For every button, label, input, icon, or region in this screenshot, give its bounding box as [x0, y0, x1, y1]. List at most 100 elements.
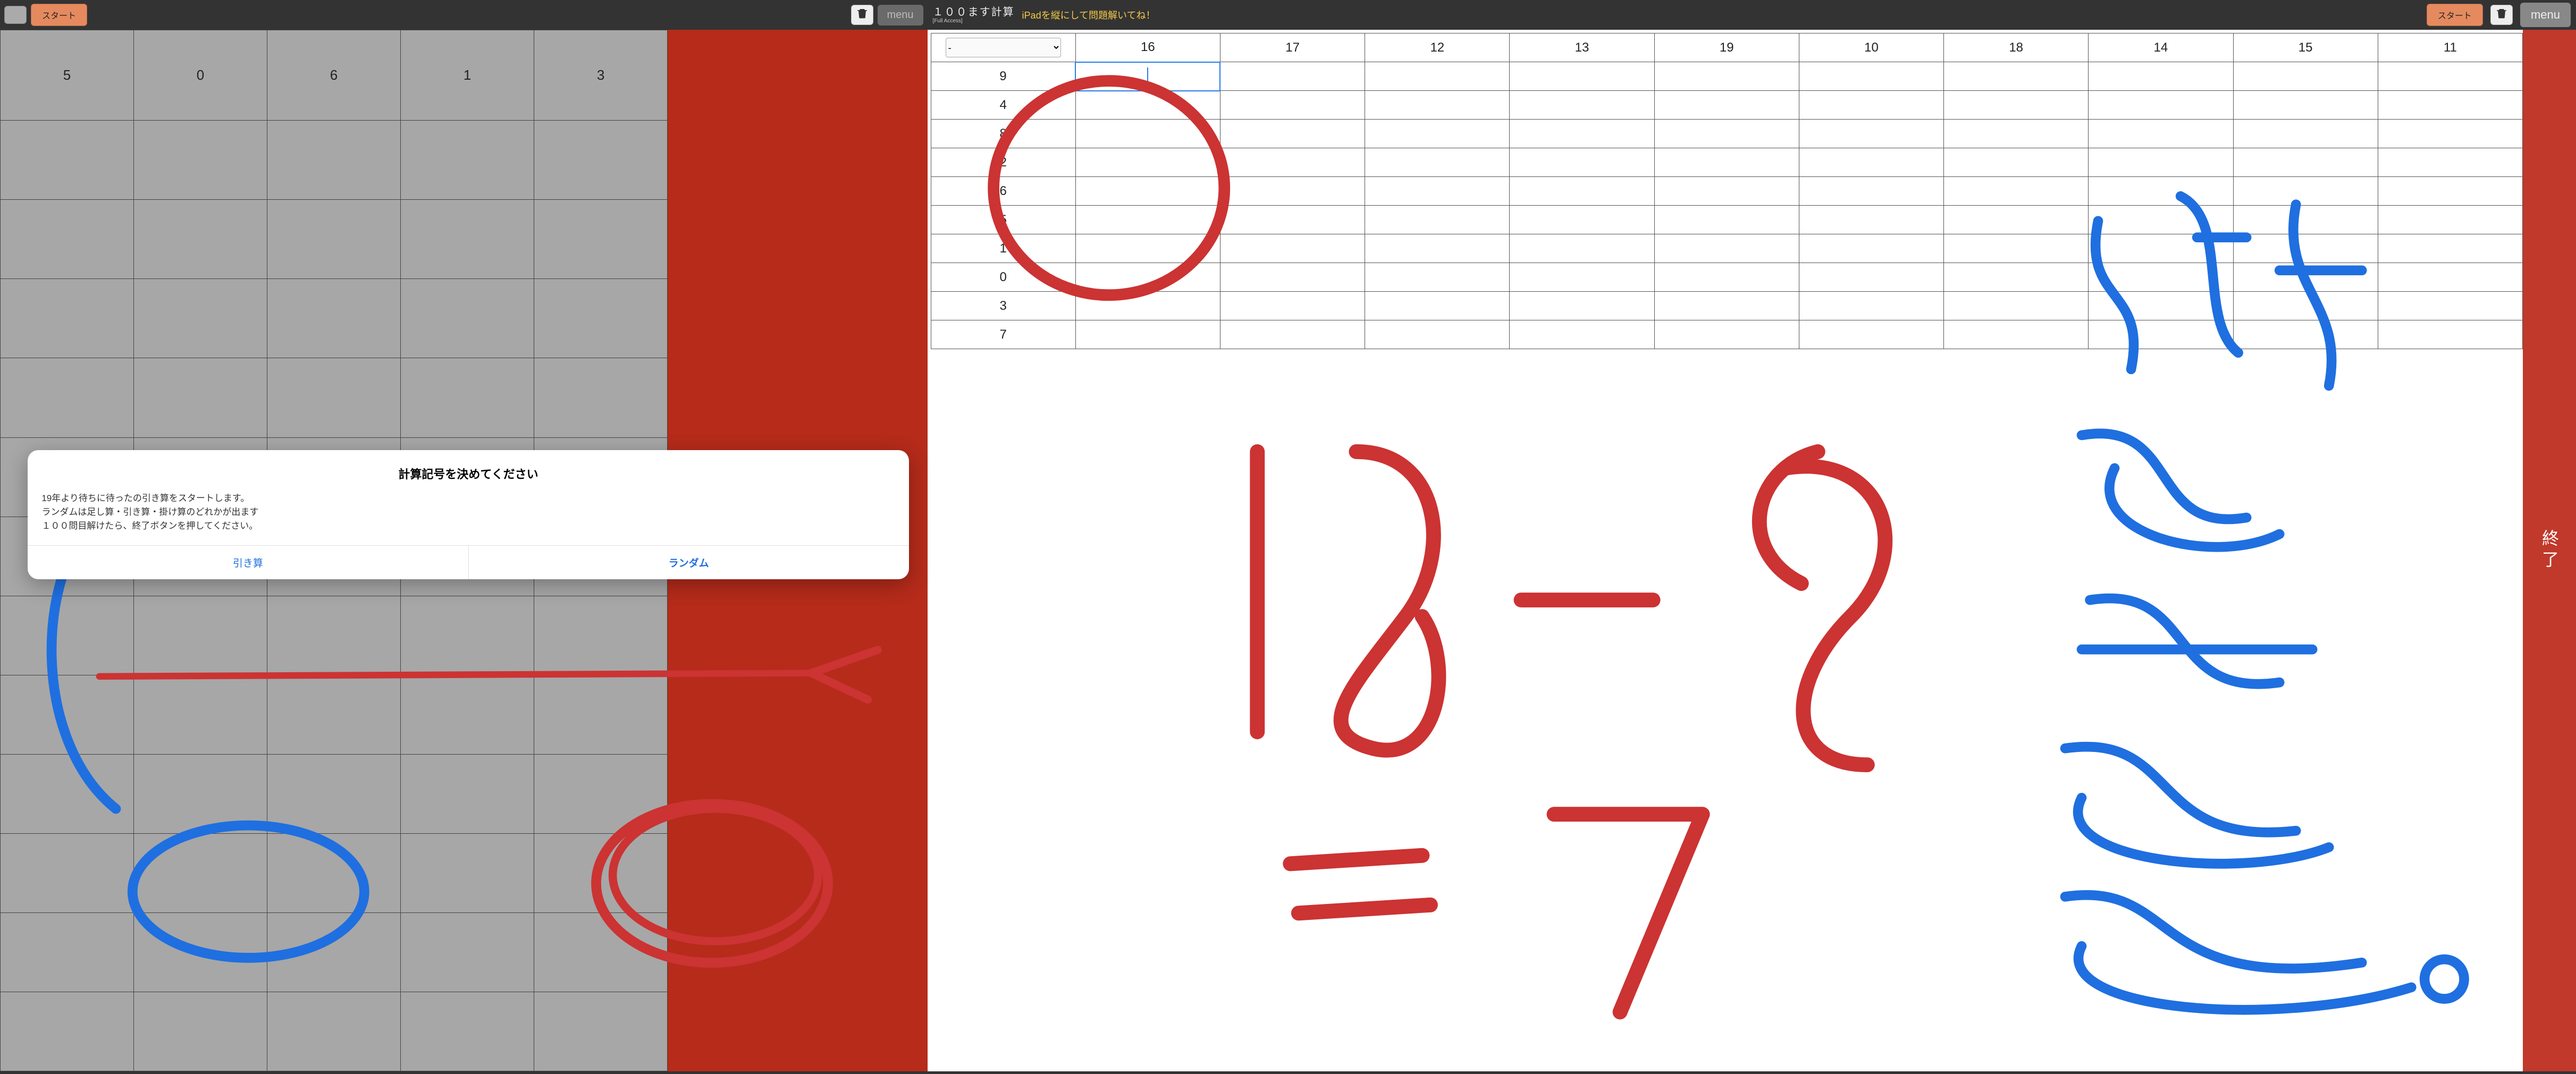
answer-cell[interactable] [1654, 206, 1799, 234]
answer-cell[interactable] [2089, 177, 2233, 206]
answer-cell[interactable] [1510, 148, 1654, 177]
answer-cell[interactable] [2378, 177, 2522, 206]
answer-cell-active[interactable] [1075, 62, 1220, 91]
answer-cell[interactable] [1654, 62, 1799, 91]
answer-cell[interactable] [1510, 177, 1654, 206]
answer-cell[interactable] [2089, 320, 2233, 349]
operator-cell[interactable]: - [931, 33, 1075, 62]
answer-cell[interactable] [1075, 292, 1220, 320]
answer-cell[interactable] [2089, 91, 2233, 120]
answer-cell[interactable] [2089, 62, 2233, 91]
answer-cell[interactable] [2233, 148, 2378, 177]
answer-cell[interactable] [1654, 292, 1799, 320]
answer-cell[interactable] [2378, 292, 2522, 320]
answer-cell[interactable] [1510, 234, 1654, 263]
answer-cell[interactable] [1075, 120, 1220, 148]
start-button-left[interactable]: スタート [31, 4, 87, 26]
answer-cell[interactable] [1075, 320, 1220, 349]
answer-cell[interactable] [2378, 206, 2522, 234]
answer-cell[interactable] [1799, 234, 1943, 263]
answer-cell[interactable] [1944, 320, 2089, 349]
answer-cell[interactable] [1220, 62, 1365, 91]
answer-cell[interactable] [2378, 91, 2522, 120]
answer-cell[interactable] [1654, 320, 1799, 349]
answer-cell[interactable] [1944, 234, 2089, 263]
answer-cell[interactable] [1510, 91, 1654, 120]
answer-cell[interactable] [2089, 234, 2233, 263]
answer-cell[interactable] [1365, 177, 1510, 206]
answer-cell[interactable] [1944, 292, 2089, 320]
answer-cell[interactable] [2089, 263, 2233, 292]
answer-cell[interactable] [1654, 177, 1799, 206]
answer-cell[interactable] [1075, 206, 1220, 234]
answer-cell[interactable] [1365, 234, 1510, 263]
dialog-subtract-button[interactable]: 引き算 [28, 546, 468, 579]
answer-cell[interactable] [2089, 206, 2233, 234]
answer-cell[interactable] [1510, 292, 1654, 320]
answer-cell[interactable] [2233, 206, 2378, 234]
answer-cell[interactable] [2378, 148, 2522, 177]
answer-cell[interactable] [1365, 62, 1510, 91]
answer-cell[interactable] [2378, 320, 2522, 349]
answer-cell[interactable] [2233, 62, 2378, 91]
trash-button-right[interactable] [2490, 5, 2513, 25]
trash-button-left[interactable] [851, 5, 873, 25]
answer-cell[interactable] [2378, 234, 2522, 263]
answer-cell[interactable] [1365, 148, 1510, 177]
answer-cell[interactable] [1220, 263, 1365, 292]
answer-cell[interactable] [1944, 91, 2089, 120]
answer-cell[interactable] [1799, 62, 1943, 91]
answer-cell[interactable] [1799, 148, 1943, 177]
answer-cell[interactable] [1220, 177, 1365, 206]
answer-cell[interactable] [1510, 120, 1654, 148]
answer-cell[interactable] [1510, 206, 1654, 234]
answer-cell[interactable] [1365, 320, 1510, 349]
answer-cell[interactable] [1220, 91, 1365, 120]
answer-cell[interactable] [1220, 206, 1365, 234]
answer-cell[interactable] [1220, 148, 1365, 177]
answer-cell[interactable] [1075, 91, 1220, 120]
answer-cell[interactable] [2378, 263, 2522, 292]
answer-cell[interactable] [1944, 177, 2089, 206]
start-button-right[interactable]: スタート [2427, 4, 2483, 26]
answer-cell[interactable] [1654, 263, 1799, 292]
answer-cell[interactable] [2089, 148, 2233, 177]
answer-cell[interactable] [1944, 120, 2089, 148]
answer-cell[interactable] [1799, 120, 1943, 148]
finish-button[interactable]: 終了 [2523, 30, 2576, 1071]
answer-cell[interactable] [1510, 62, 1654, 91]
answer-cell[interactable] [1075, 148, 1220, 177]
answer-cell[interactable] [2089, 292, 2233, 320]
answer-cell[interactable] [1365, 206, 1510, 234]
answer-cell[interactable] [1799, 91, 1943, 120]
answer-cell[interactable] [1799, 320, 1943, 349]
answer-cell[interactable] [1654, 148, 1799, 177]
answer-cell[interactable] [1510, 320, 1654, 349]
answer-cell[interactable] [2233, 234, 2378, 263]
answer-cell[interactable] [1799, 177, 1943, 206]
menu-button-right[interactable]: menu [2520, 3, 2571, 27]
answer-cell[interactable] [1654, 120, 1799, 148]
answer-cell[interactable] [2378, 120, 2522, 148]
answer-cell[interactable] [1799, 263, 1943, 292]
answer-cell[interactable] [1075, 263, 1220, 292]
answer-cell[interactable] [1944, 62, 2089, 91]
answer-cell[interactable] [1220, 120, 1365, 148]
answer-cell[interactable] [1365, 120, 1510, 148]
answer-cell[interactable] [2233, 120, 2378, 148]
answer-cell[interactable] [1944, 263, 2089, 292]
answer-cell[interactable] [1220, 292, 1365, 320]
answer-cell[interactable] [1365, 91, 1510, 120]
answer-cell[interactable] [1510, 263, 1654, 292]
answer-cell[interactable] [1944, 148, 2089, 177]
answer-cell[interactable] [2378, 62, 2522, 91]
answer-cell[interactable] [2233, 91, 2378, 120]
answer-cell[interactable] [2233, 263, 2378, 292]
operator-select[interactable]: - [946, 38, 1061, 57]
answer-cell[interactable] [2233, 292, 2378, 320]
answer-cell[interactable] [1799, 206, 1943, 234]
dialog-random-button[interactable]: ランダム [468, 546, 909, 579]
answer-cell[interactable] [1365, 263, 1510, 292]
answer-cell[interactable] [1654, 234, 1799, 263]
answer-cell[interactable] [1654, 91, 1799, 120]
